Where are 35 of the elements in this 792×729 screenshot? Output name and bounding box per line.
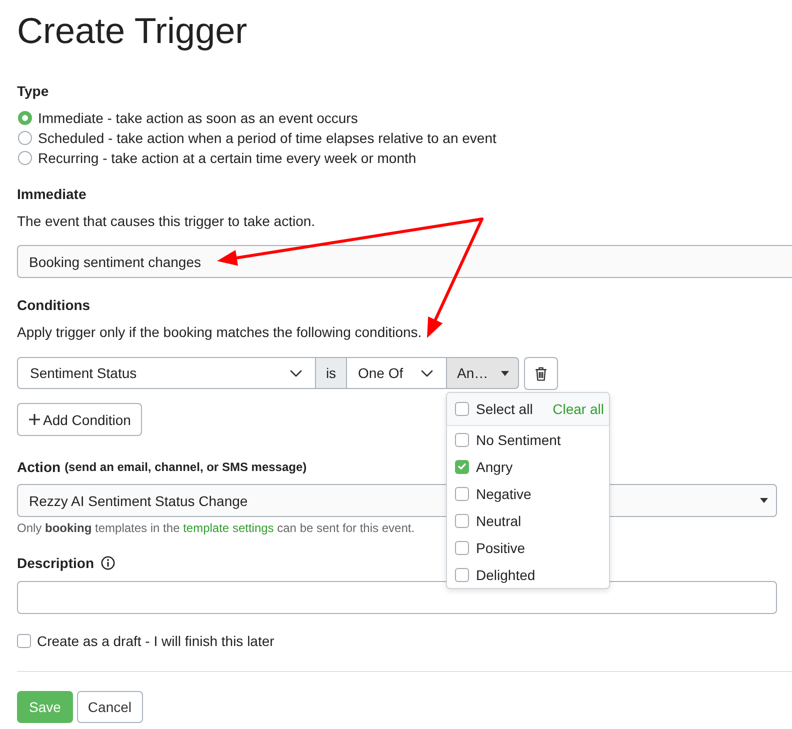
operator-label: is xyxy=(316,357,347,389)
plus-icon xyxy=(29,414,40,425)
description-field[interactable] xyxy=(17,581,777,614)
chevron-down-icon xyxy=(290,370,302,376)
checkbox-option[interactable]: Delighted xyxy=(455,561,536,588)
value-dropdown[interactable]: An… xyxy=(447,357,519,389)
section-description: The event that causes this trigger to take action. xyxy=(17,212,316,231)
trash-icon xyxy=(535,366,547,380)
field-label: Description xyxy=(17,554,94,573)
event-field[interactable]: Booking sentiment changes xyxy=(17,245,792,278)
radio-option[interactable]: Recurring - take action at a certain time every week or month xyxy=(17,148,416,168)
caret-icon xyxy=(760,498,768,503)
page-title: Create Trigger xyxy=(17,11,248,51)
chevron-down-icon xyxy=(421,370,433,376)
field-label: Action xyxy=(17,458,61,477)
checkbox-option[interactable]: No Sentiment xyxy=(455,426,561,453)
checkbox-option[interactable]: Positive xyxy=(455,534,526,561)
cancel-button[interactable]: Cancel xyxy=(76,691,143,723)
checkbox-option[interactable]: Select all xyxy=(455,399,533,419)
section-label: Immediate xyxy=(17,185,86,204)
delete-button[interactable] xyxy=(524,357,558,390)
section-label: Conditions xyxy=(17,296,90,315)
checkbox-option[interactable]: Angry xyxy=(455,453,513,480)
checkbox-option[interactable]: Create as a draft - I will finish this later xyxy=(17,631,274,651)
help-text: Only booking templates in the template settings can be sent for this event. xyxy=(17,520,415,536)
add-condition-button[interactable]: Add Condition xyxy=(17,403,142,436)
operator-select[interactable]: One Of xyxy=(347,357,447,389)
section-description: Apply trigger only if the booking matches the following conditions. xyxy=(17,323,422,342)
info-icon xyxy=(101,556,116,570)
caret-icon xyxy=(501,370,509,376)
field-select[interactable]: Sentiment Status xyxy=(17,357,316,389)
section-label: Type xyxy=(17,82,49,101)
radio-option[interactable]: Immediate - take action as soon as an event occurs xyxy=(17,108,358,128)
radio-option[interactable]: Scheduled - take action when a period of time elapses relative to an event xyxy=(17,128,496,148)
label-hint: (send an email, channel, or SMS message) xyxy=(64,459,307,476)
